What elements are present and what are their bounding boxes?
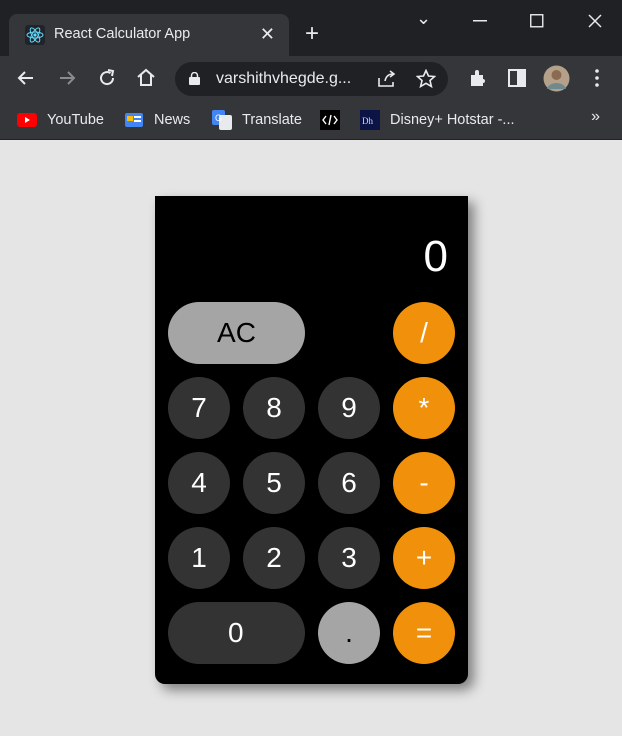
youtube-icon bbox=[17, 113, 37, 127]
bookmark-label: News bbox=[154, 112, 191, 128]
hotstar-icon: Dh bbox=[360, 110, 380, 130]
digit-8-button[interactable]: 8 bbox=[243, 377, 305, 439]
devtools-icon bbox=[320, 110, 340, 130]
calculator: 0 AC / 7 8 9 * 4 5 6 - 1 2 3 + 0 . = bbox=[155, 196, 468, 684]
digit-7-button[interactable]: 7 bbox=[168, 377, 230, 439]
bookmark-label: Disney+ Hotstar -... bbox=[390, 112, 515, 128]
bookmark-star-icon[interactable] bbox=[416, 69, 436, 89]
subtract-button[interactable]: - bbox=[393, 452, 455, 514]
bookmarks-bar: YouTube News G Translate Dh Disney+ Hots… bbox=[0, 102, 622, 140]
digit-6-button[interactable]: 6 bbox=[318, 452, 380, 514]
forward-arrow-icon[interactable] bbox=[55, 66, 79, 90]
back-arrow-icon[interactable] bbox=[14, 66, 38, 90]
translate-icon: G bbox=[212, 110, 232, 130]
multiply-button[interactable]: * bbox=[393, 377, 455, 439]
react-icon bbox=[25, 25, 45, 45]
svg-text:Dh: Dh bbox=[362, 116, 373, 126]
digit-5-button[interactable]: 5 bbox=[243, 452, 305, 514]
divide-button[interactable]: / bbox=[393, 302, 455, 364]
bookmark-translate[interactable]: G Translate bbox=[212, 110, 302, 130]
clear-button[interactable]: AC bbox=[168, 302, 305, 364]
tab-search-icon[interactable]: ⌄ bbox=[416, 8, 431, 29]
maximize-icon[interactable] bbox=[530, 14, 544, 28]
news-icon bbox=[125, 113, 143, 127]
bookmark-label: Translate bbox=[242, 112, 302, 128]
digit-0-button[interactable]: 0 bbox=[168, 602, 305, 664]
digit-1-button[interactable]: 1 bbox=[168, 527, 230, 589]
bookmark-hotstar[interactable]: Dh Disney+ Hotstar -... bbox=[360, 110, 515, 130]
digit-2-button[interactable]: 2 bbox=[243, 527, 305, 589]
address-text: varshithvhegde.g... bbox=[216, 70, 352, 87]
side-panel-icon[interactable] bbox=[505, 66, 529, 90]
browser-tab[interactable]: React Calculator App ✕ bbox=[9, 14, 289, 56]
digit-9-button[interactable]: 9 bbox=[318, 377, 380, 439]
tab-close-icon[interactable]: ✕ bbox=[260, 24, 275, 44]
bookmark-news[interactable]: News bbox=[124, 110, 190, 130]
add-button[interactable]: + bbox=[393, 527, 455, 589]
share-icon[interactable] bbox=[377, 70, 397, 88]
equals-button[interactable]: = bbox=[393, 602, 455, 664]
svg-text:G: G bbox=[215, 113, 222, 123]
digit-4-button[interactable]: 4 bbox=[168, 452, 230, 514]
calculator-display: 0 bbox=[423, 232, 448, 281]
minimize-icon[interactable] bbox=[473, 20, 487, 22]
tab-bar: React Calculator App ✕ + ⌄ bbox=[0, 0, 622, 56]
close-window-icon[interactable] bbox=[588, 14, 602, 28]
decimal-button[interactable]: . bbox=[318, 602, 380, 664]
digit-3-button[interactable]: 3 bbox=[318, 527, 380, 589]
extensions-icon[interactable] bbox=[466, 66, 490, 90]
home-icon[interactable] bbox=[134, 66, 158, 90]
reload-icon[interactable] bbox=[95, 66, 119, 90]
bookmark-label: YouTube bbox=[47, 112, 104, 128]
menu-kebab-icon[interactable] bbox=[585, 66, 609, 90]
browser-toolbar: varshithvhegde.g... bbox=[0, 56, 622, 102]
tab-title: React Calculator App bbox=[54, 26, 191, 42]
bookmarks-overflow-icon[interactable]: » bbox=[591, 108, 600, 126]
address-bar[interactable]: varshithvhegde.g... bbox=[175, 62, 448, 96]
avatar[interactable] bbox=[543, 65, 570, 92]
lock-icon bbox=[189, 72, 200, 85]
bookmark-youtube[interactable]: YouTube bbox=[17, 110, 104, 130]
bookmark-devtools[interactable] bbox=[320, 110, 340, 130]
new-tab-button[interactable]: + bbox=[305, 22, 319, 46]
